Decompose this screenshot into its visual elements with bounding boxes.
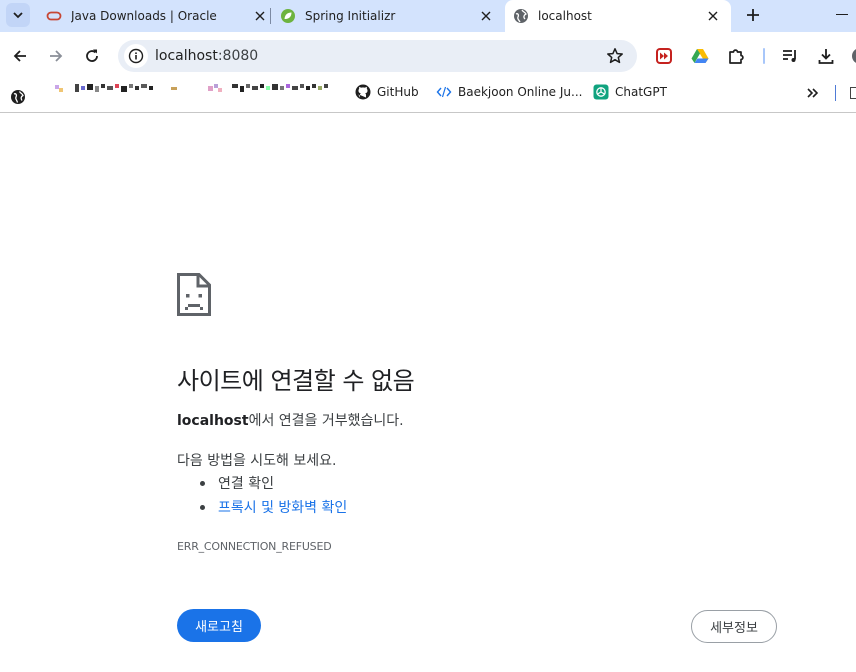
tab-title: localhost <box>538 9 592 23</box>
suggestion-check-proxy-link[interactable]: 프록시 및 방화벽 확인 <box>200 497 347 517</box>
error-description: localhost에서 연결을 거부했습니다. <box>177 410 404 430</box>
tab-title: Java Downloads | Oracle <box>71 9 217 23</box>
minimize-button[interactable] <box>836 14 848 15</box>
tab-divider <box>270 8 271 24</box>
bookmark-star-icon[interactable] <box>605 46 625 66</box>
spring-leaf-icon <box>280 8 296 24</box>
google-drive-icon[interactable] <box>690 46 710 66</box>
reload-icon <box>86 49 98 62</box>
address-bar[interactable]: localhost:8080 <box>118 40 637 72</box>
bookmark-label: GitHub <box>377 85 419 99</box>
sad-document-icon <box>177 273 211 316</box>
bookmark-github[interactable]: GitHub <box>355 80 419 104</box>
arrow-left-icon <box>13 50 26 62</box>
tab-localhost[interactable]: localhost <box>505 0 731 32</box>
close-icon[interactable] <box>252 8 268 24</box>
error-code: ERR_CONNECTION_REFUSED <box>177 540 332 553</box>
chatgpt-icon <box>593 84 609 100</box>
oracle-icon <box>46 8 62 24</box>
globe-icon <box>513 8 529 24</box>
chevron-down-icon <box>13 12 23 19</box>
error-host: localhost <box>177 413 249 429</box>
code-brackets-icon <box>436 84 452 100</box>
extensions-puzzle-icon[interactable] <box>726 46 746 66</box>
back-button[interactable] <box>6 42 34 70</box>
suggestion-link-label[interactable]: 프록시 및 방화벽 확인 <box>218 500 347 516</box>
suggestion-check-connection: 연결 확인 <box>200 473 274 493</box>
bookmark-chatgpt[interactable]: ChatGPT <box>593 80 667 104</box>
site-info-icon[interactable] <box>124 44 148 68</box>
details-button[interactable]: 세부정보 <box>691 610 777 643</box>
all-bookmarks-folder-icon[interactable] <box>850 87 856 99</box>
reload-button[interactable] <box>78 42 106 70</box>
more-bookmarks-chevron-icon[interactable] <box>804 85 822 101</box>
close-icon[interactable] <box>478 8 494 24</box>
error-heading: 사이트에 연결할 수 없음 <box>177 367 415 395</box>
arrow-right-icon <box>50 50 63 62</box>
tab-strip: Java Downloads | Oracle Spring Initializ… <box>0 0 856 32</box>
tab-title: Spring Initializr <box>305 9 396 23</box>
fast-forward-extension-icon[interactable] <box>654 46 674 66</box>
tab-search-button[interactable] <box>6 3 30 27</box>
url-port: :8080 <box>217 48 259 64</box>
bookmark-label: ChatGPT <box>615 85 667 99</box>
error-description-text: 에서 연결을 거부했습니다. <box>248 413 404 429</box>
bookmark-globe[interactable] <box>10 85 26 109</box>
obscured-bookmark-label[interactable] <box>55 84 185 92</box>
reading-list-icon[interactable] <box>780 46 800 66</box>
github-icon <box>355 84 371 100</box>
bullet-icon <box>200 480 205 486</box>
globe-bookmark-icon <box>10 89 26 105</box>
new-tab-button[interactable] <box>742 4 764 26</box>
reload-page-button[interactable]: 새로고침 <box>177 609 261 642</box>
download-icon[interactable] <box>816 46 836 66</box>
profile-avatar-icon[interactable] <box>846 46 856 66</box>
bookmark-label: Baekjoon Online Ju... <box>458 85 583 99</box>
toolbar: localhost:8080 <box>0 32 856 80</box>
close-icon[interactable] <box>705 8 721 24</box>
bookmarks-divider <box>835 85 836 101</box>
toolbar-divider <box>763 48 765 64</box>
forward-button[interactable] <box>42 42 70 70</box>
url-host: localhost <box>155 48 218 64</box>
tab-spring-initializr[interactable]: Spring Initializr <box>280 0 494 32</box>
bookmark-baekjoon[interactable]: Baekjoon Online Ju... <box>436 80 582 104</box>
suggestion-label: 연결 확인 <box>218 476 274 492</box>
plus-icon <box>747 9 759 21</box>
url-text[interactable]: localhost:8080 <box>155 48 258 64</box>
try-suggestions-text: 다음 방법을 시도해 보세요. <box>177 453 337 469</box>
obscured-bookmark-label[interactable] <box>208 84 338 92</box>
tab-java-downloads[interactable]: Java Downloads | Oracle <box>46 0 268 32</box>
bullet-icon <box>200 504 205 510</box>
